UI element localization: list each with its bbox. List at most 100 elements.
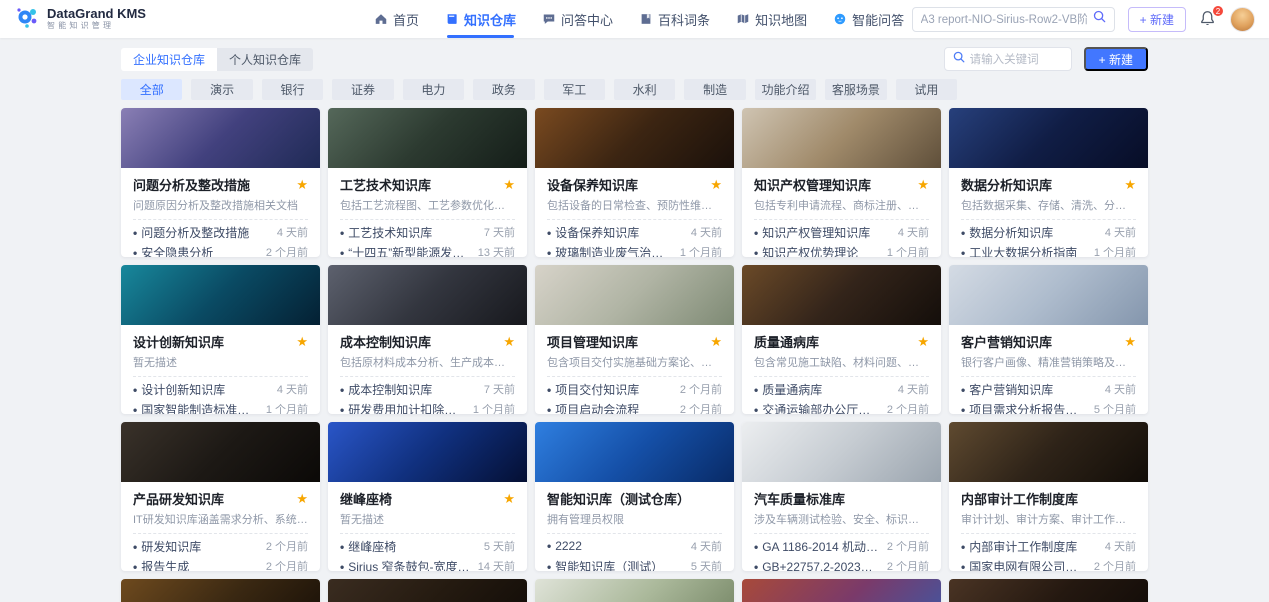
kb-card[interactable]: 知识产权管理知识库★包括专利申请流程、商标注册、知识产权保护策...•知识产权管…: [742, 108, 941, 257]
kb-card[interactable]: 项目管理知识库★包含项目交付实施基础方案论、公司成本、进度...•项目交付知识库…: [535, 265, 734, 414]
filter-chip-5[interactable]: 政务: [473, 79, 534, 100]
notification-bell-icon[interactable]: 2: [1199, 10, 1217, 28]
kb-doc-item[interactable]: •工艺技术知识库7 天前: [340, 222, 515, 242]
kb-card[interactable]: 客户营销知识库★银行客户画像、精准营销策略及数字化渠道管理...•客户营销知识库…: [949, 265, 1148, 414]
kb-doc-item[interactable]: •知识产权优势理论1 个月前: [754, 242, 929, 257]
nav-item-qa-center[interactable]: 问答中心: [542, 0, 613, 38]
kb-doc-item[interactable]: •成本控制知识库7 天前: [340, 379, 515, 399]
favorite-star-icon[interactable]: ★: [917, 335, 929, 348]
kb-doc-item[interactable]: •国家智能制造标准体系建设指南1 个月前: [133, 399, 308, 414]
search-icon[interactable]: [1093, 10, 1106, 28]
favorite-star-icon[interactable]: ★: [710, 178, 722, 191]
kb-card[interactable]: 成本控制知识库★包括原材料成本分析、生产成本核算、成本优化...•成本控制知识库…: [328, 265, 527, 414]
favorite-star-icon[interactable]: ★: [1124, 335, 1136, 348]
kb-doc-name: •问题分析及整改措施: [133, 224, 249, 241]
kb-doc-item[interactable]: •玻璃制造业废气治理工程技术规...1 个月前: [547, 242, 722, 257]
kb-card[interactable]: [949, 579, 1148, 602]
kb-card[interactable]: 产品研发知识库★IT研发知识库涵盖需求分析、系统设计、编码规...•研发知识库2…: [121, 422, 320, 571]
kb-card[interactable]: 设计创新知识库★暂无描述•设计创新知识库4 天前•国家智能制造标准体系建设指南1…: [121, 265, 320, 414]
tab-enterprise-warehouse[interactable]: 企业知识仓库: [121, 48, 217, 71]
global-search-input[interactable]: A3 report-NIO-Sirius-Row2-VB阶...: [912, 7, 1115, 32]
kb-doc-item[interactable]: •设备保养知识库4 天前: [547, 222, 722, 242]
header-new-button[interactable]: + 新建: [1128, 7, 1186, 32]
keyword-search-input[interactable]: 请输入关键词: [944, 47, 1072, 71]
kb-doc-item[interactable]: •安全隐患分析2 个月前: [133, 242, 308, 257]
kb-doc-item[interactable]: •知识产权管理知识库4 天前: [754, 222, 929, 242]
card-cover-image: [121, 265, 320, 325]
favorite-star-icon[interactable]: ★: [296, 335, 308, 348]
filter-chip-10[interactable]: 客服场景: [825, 79, 886, 100]
kb-card[interactable]: 智能知识库（测试仓库）拥有管理员权限•22224 天前•智能知识库（测试）5 天…: [535, 422, 734, 571]
kb-doc-item[interactable]: •智能知识库（测试）5 天前: [547, 556, 722, 571]
kb-doc-item[interactable]: •研发知识库2 个月前: [133, 536, 308, 556]
bullet-icon: •: [340, 403, 344, 415]
filter-chip-11[interactable]: 试用: [896, 79, 957, 100]
kb-doc-item[interactable]: •继峰座椅5 天前: [340, 536, 515, 556]
kb-card[interactable]: 设备保养知识库★包括设备的日常检查、预防性维护计划、故障诊...•设备保养知识库…: [535, 108, 734, 257]
nav-item-knowledge-map[interactable]: 知识地图: [736, 0, 807, 38]
filter-chip-3[interactable]: 证券: [332, 79, 393, 100]
filter-chip-8[interactable]: 制造: [684, 79, 745, 100]
kb-card[interactable]: 问题分析及整改措施★问题原因分析及整改措施相关文档•问题分析及整改措施4 天前•…: [121, 108, 320, 257]
kb-doc-item[interactable]: •研发费用加计扣除政策执行指引...1 个月前: [340, 399, 515, 414]
new-knowledge-base-button[interactable]: + 新建: [1084, 47, 1148, 71]
favorite-star-icon[interactable]: ★: [1124, 178, 1136, 191]
kb-doc-item[interactable]: •问题分析及整改措施4 天前: [133, 222, 308, 242]
nav-item-smart-qa[interactable]: 智能问答: [833, 0, 904, 38]
kb-doc-item[interactable]: •交通运输部办公厅关于2016年下...2 个月前: [754, 399, 929, 414]
favorite-star-icon[interactable]: ★: [296, 492, 308, 505]
kb-doc-item[interactable]: •GB+22757.2-2023轻型汽车能源...2 个月前: [754, 556, 929, 571]
filter-chip-7[interactable]: 水利: [614, 79, 675, 100]
nav-item-wiki[interactable]: 百科词条: [639, 0, 710, 38]
filter-chip-1[interactable]: 演示: [191, 79, 252, 100]
kb-card[interactable]: 质量通病库★包含常见施工缺陷、材料问题、工艺疏漏及整改...•质量通病库4 天前…: [742, 265, 941, 414]
kb-doc-item[interactable]: •报告生成2 个月前: [133, 556, 308, 571]
kb-card[interactable]: 汽车质量标准库涉及车辆测试检验、安全、标识、车辆零部件、...•GA 1186-…: [742, 422, 941, 571]
kb-doc-item[interactable]: •国家电网有限公司固定资产管理...2 个月前: [961, 556, 1136, 571]
user-avatar[interactable]: [1230, 7, 1255, 32]
filter-chip-4[interactable]: 电力: [403, 79, 464, 100]
kb-card-title: 智能知识库（测试仓库）: [547, 489, 690, 508]
kb-doc-item[interactable]: •设计创新知识库4 天前: [133, 379, 308, 399]
kb-doc-time: 4 天前: [277, 381, 308, 397]
kb-card-description: 包含项目交付实施基础方案论、公司成本、进度...: [547, 354, 722, 370]
kb-card[interactable]: 内部审计工作制度库审计计划、审计方案、审计工作程序、审计质量•内部审计工作制度库…: [949, 422, 1148, 571]
kb-card[interactable]: [535, 579, 734, 602]
kb-card-description: 包括原材料成本分析、生产成本核算、成本优化...: [340, 354, 515, 370]
kb-card[interactable]: 工艺技术知识库★包括工艺流程图、工艺参数优化、新材料应用、...•工艺技术知识库…: [328, 108, 527, 257]
brand-logo[interactable]: DataGrand KMS 智能知识管理: [14, 4, 189, 35]
filter-chip-0[interactable]: 全部: [121, 79, 182, 100]
tab-personal-warehouse[interactable]: 个人知识仓库: [217, 48, 313, 71]
filter-chip-6[interactable]: 军工: [544, 79, 605, 100]
kb-doc-item[interactable]: •工业大数据分析指南1 个月前: [961, 242, 1136, 257]
kb-doc-item[interactable]: •GA 1186-2014 机动车安全技术...2 个月前: [754, 536, 929, 556]
kb-doc-item[interactable]: •Sirius 窄条鼓包-宽度不均匀14 天前: [340, 556, 515, 571]
kb-doc-item[interactable]: •内部审计工作制度库4 天前: [961, 536, 1136, 556]
kb-doc-item[interactable]: •项目启动会流程2 个月前: [547, 399, 722, 414]
kb-card[interactable]: 继峰座椅★暂无描述•继峰座椅5 天前•Sirius 窄条鼓包-宽度不均匀14 天…: [328, 422, 527, 571]
kb-card[interactable]: 数据分析知识库★包括数据采集、存储、清洗、分析和可视化等内...•数据分析知识库…: [949, 108, 1148, 257]
nav-item-home[interactable]: 首页: [374, 0, 419, 38]
favorite-star-icon[interactable]: ★: [503, 335, 515, 348]
kb-card[interactable]: [328, 579, 527, 602]
kb-doc-item[interactable]: •质量通病库4 天前: [754, 379, 929, 399]
kb-doc-item[interactable]: •数据分析知识库4 天前: [961, 222, 1136, 242]
kb-doc-item[interactable]: •项目需求分析报告编制提纲5 个月前: [961, 399, 1136, 414]
favorite-star-icon[interactable]: ★: [710, 335, 722, 348]
bullet-icon: •: [961, 226, 965, 240]
favorite-star-icon[interactable]: ★: [917, 178, 929, 191]
nav-item-knowledge-repo[interactable]: 知识仓库: [445, 0, 516, 38]
favorite-star-icon[interactable]: ★: [296, 178, 308, 191]
kb-doc-item[interactable]: •“十四五”新型能源发展实施方案13 天前: [340, 242, 515, 257]
kb-doc-item[interactable]: •客户营销知识库4 天前: [961, 379, 1136, 399]
kb-card[interactable]: [742, 579, 941, 602]
filter-chip-9[interactable]: 功能介绍: [755, 79, 816, 100]
favorite-star-icon[interactable]: ★: [503, 492, 515, 505]
kb-doc-item[interactable]: •22224 天前: [547, 536, 722, 556]
favorite-star-icon[interactable]: ★: [503, 178, 515, 191]
divider: [340, 533, 515, 534]
kb-card[interactable]: [121, 579, 320, 602]
filter-chip-2[interactable]: 银行: [262, 79, 323, 100]
kb-doc-item[interactable]: •项目交付知识库2 个月前: [547, 379, 722, 399]
kb-doc-time: 1 个月前: [473, 401, 515, 414]
